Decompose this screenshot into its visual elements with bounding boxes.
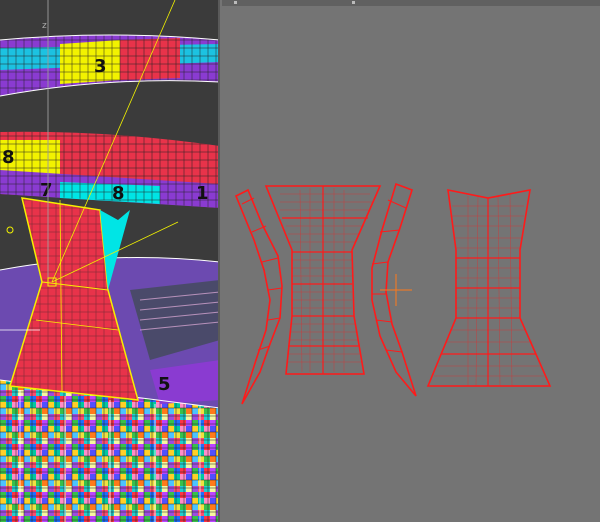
- uv-canvas[interactable]: [220, 0, 600, 522]
- texture-number: 3: [94, 56, 107, 77]
- topbar-marker: [352, 1, 355, 4]
- pivot-marker[interactable]: [6, 226, 14, 234]
- texture-number: 8: [2, 147, 15, 168]
- uv-island-left-strip[interactable]: [234, 188, 283, 405]
- texture-number: 7: [40, 180, 53, 201]
- uv-island-right[interactable]: [426, 188, 552, 387]
- topbar-marker: [234, 1, 237, 4]
- perspective-viewport[interactable]: 8 8 1 7 3 5 z: [0, 0, 220, 522]
- uv-island-center-left[interactable]: [264, 185, 382, 375]
- axis-z-label: z: [42, 21, 47, 31]
- top-ring: [0, 34, 220, 97]
- texture-number: 1: [196, 183, 209, 204]
- uv-editor-topbar: [222, 0, 600, 6]
- uv-editor-viewport[interactable]: [220, 0, 600, 522]
- texture-number: 8: [112, 183, 125, 204]
- mesh-render[interactable]: 8 8 1 7 3 5 z: [0, 0, 220, 522]
- uv-island-center-right-strip[interactable]: [371, 182, 417, 397]
- texture-number: 5: [158, 374, 171, 395]
